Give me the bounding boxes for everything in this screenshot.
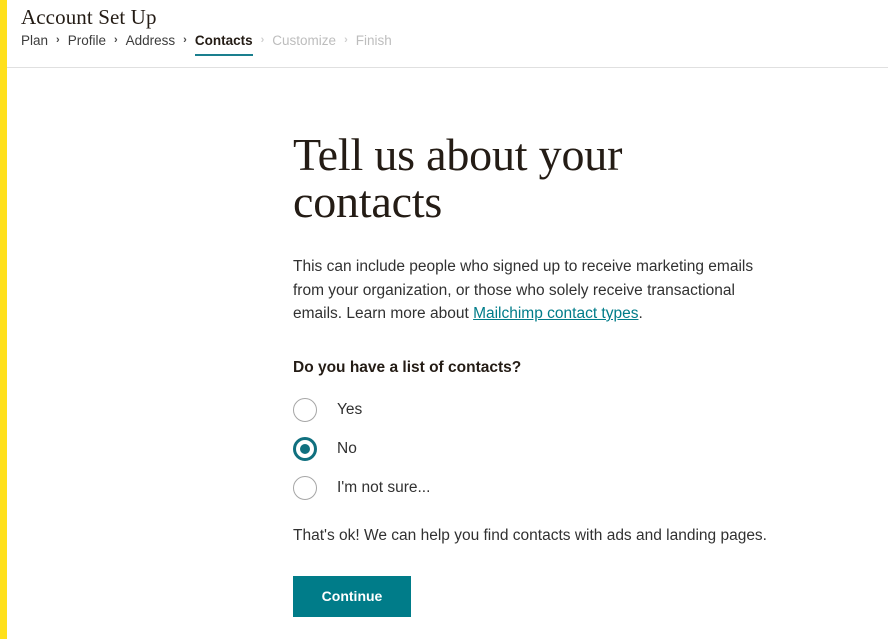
breadcrumb-separator-icon: › xyxy=(260,34,265,46)
breadcrumb-separator-icon: › xyxy=(56,34,60,46)
contacts-list-radio-group: Yes No I'm not sure... xyxy=(293,378,803,508)
breadcrumb-step-finish: Finish xyxy=(355,33,392,48)
headline: Tell us about your contacts xyxy=(293,129,623,227)
brand-accent-stripe xyxy=(0,0,7,639)
content-column: Tell us about your contacts This can inc… xyxy=(293,68,803,617)
intro-text-after-link: . xyxy=(638,305,643,322)
radio-option-no[interactable]: No xyxy=(293,430,803,469)
breadcrumb-step-plan[interactable]: Plan xyxy=(21,32,48,54)
page-body: Account Set Up Plan › Profile › Address … xyxy=(7,0,888,639)
radio-circle-selected-icon[interactable] xyxy=(293,437,317,461)
continue-button[interactable]: Continue xyxy=(293,575,411,617)
breadcrumb-step-address[interactable]: Address xyxy=(126,32,176,54)
page-title: Account Set Up xyxy=(21,5,157,29)
radio-option-label: I'm not sure... xyxy=(337,479,431,496)
radio-option-not-sure[interactable]: I'm not sure... xyxy=(293,469,803,508)
reassurance-text: That's ok! We can help you find contacts… xyxy=(293,526,767,544)
radio-option-label: Yes xyxy=(337,401,363,418)
radio-option-yes[interactable]: Yes xyxy=(293,391,803,430)
breadcrumb-separator-icon: › xyxy=(113,34,118,46)
intro-paragraph: This can include people who signed up to… xyxy=(293,225,788,326)
breadcrumb-step-contacts[interactable]: Contacts xyxy=(194,32,253,56)
breadcrumb-step-customize: Customize xyxy=(272,33,337,48)
radio-circle-icon[interactable] xyxy=(293,398,317,422)
radio-circle-icon[interactable] xyxy=(293,476,317,500)
breadcrumb: Plan › Profile › Address › Contacts › Cu… xyxy=(21,32,392,60)
breadcrumb-step-profile[interactable]: Profile xyxy=(68,32,106,54)
breadcrumb-separator-icon: › xyxy=(183,34,187,46)
question-label: Do you have a list of contacts? xyxy=(293,358,522,376)
mailchimp-contact-types-link[interactable]: Mailchimp contact types xyxy=(473,305,638,322)
wizard-header: Account Set Up Plan › Profile › Address … xyxy=(7,0,888,68)
breadcrumb-separator-icon: › xyxy=(344,34,348,46)
radio-option-label: No xyxy=(337,440,357,457)
